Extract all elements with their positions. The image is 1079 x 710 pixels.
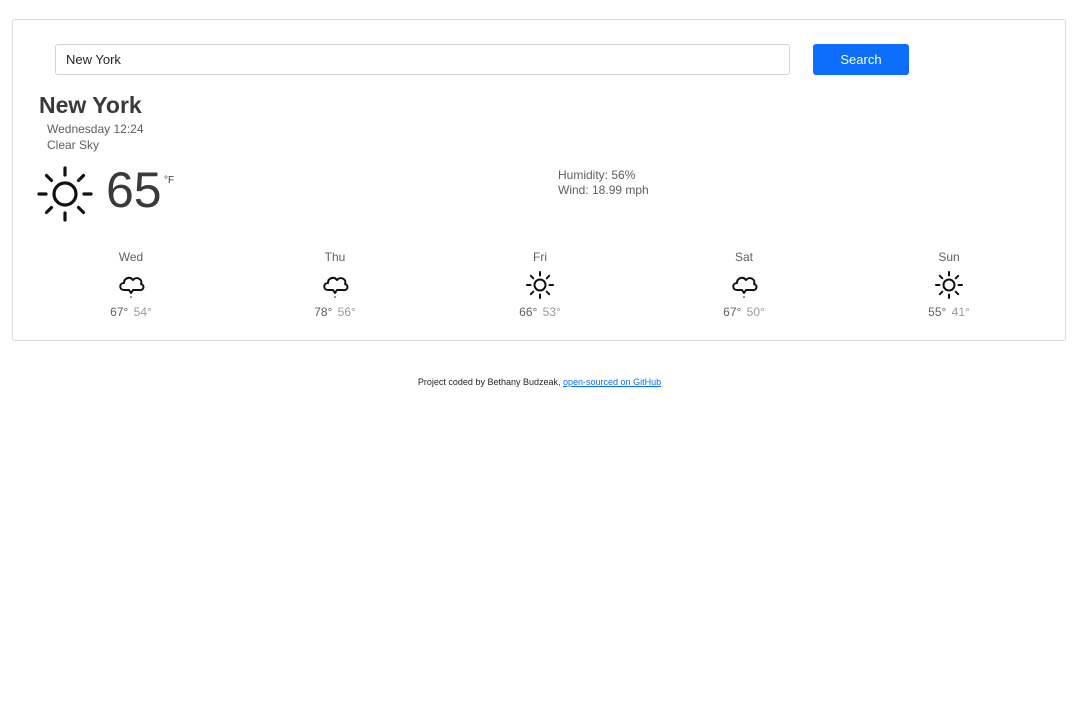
current-date: Wednesday 12:24 [47,122,144,136]
forecast-min: 41° [951,305,970,319]
forecast-day: Wed 67° 54° [71,250,191,319]
forecast-max: 78° [314,305,333,319]
forecast-max: 67° [110,305,129,319]
forecast-day-name: Sun [938,250,960,264]
wind-speed: Wind: 18.99 mph [558,183,649,197]
forecast-day-name: Fri [533,250,547,264]
github-link[interactable]: open-sourced on GitHub [563,377,661,387]
search-input[interactable] [55,44,790,75]
footer: Project coded by Bethany Budzeak, open-s… [0,377,1079,387]
forecast-day-name: Thu [324,250,346,264]
weather-card: Search New York Wednesday 12:24 Clear Sk… [12,19,1066,341]
footer-text: Project coded by Bethany Budzeak, [417,377,561,387]
forecast-max: 55° [928,305,947,319]
sun-icon [526,271,554,299]
humidity: Humidity: 56% [558,168,636,182]
current-temperature: 65 [106,162,162,218]
weather-description: Clear Sky [47,138,100,152]
cloud-icon [119,276,145,298]
sun-icon [37,166,93,222]
forecast-day: Sat 67° 50° [684,250,804,319]
forecast-max: 67° [723,305,742,319]
forecast-day: Thu 78° 56° [275,250,395,319]
forecast-max: 66° [519,305,538,319]
search-button[interactable]: Search [813,44,909,75]
city-name: New York [39,92,142,118]
forecast-day: Sun 55° 41° [889,250,1009,319]
forecast-min: 50° [746,305,765,319]
forecast-day-name: Wed [118,250,144,264]
forecast-min: 56° [337,305,356,319]
forecast-day-name: Sat [734,250,753,264]
forecast-min: 54° [133,305,152,319]
sun-icon [935,271,963,299]
forecast-min: 53° [542,305,561,319]
cloud-icon [732,276,758,298]
cloud-icon [323,276,349,298]
forecast-day: Fri 66° 53° [480,250,600,319]
temperature-unit[interactable]: °F [164,175,174,186]
